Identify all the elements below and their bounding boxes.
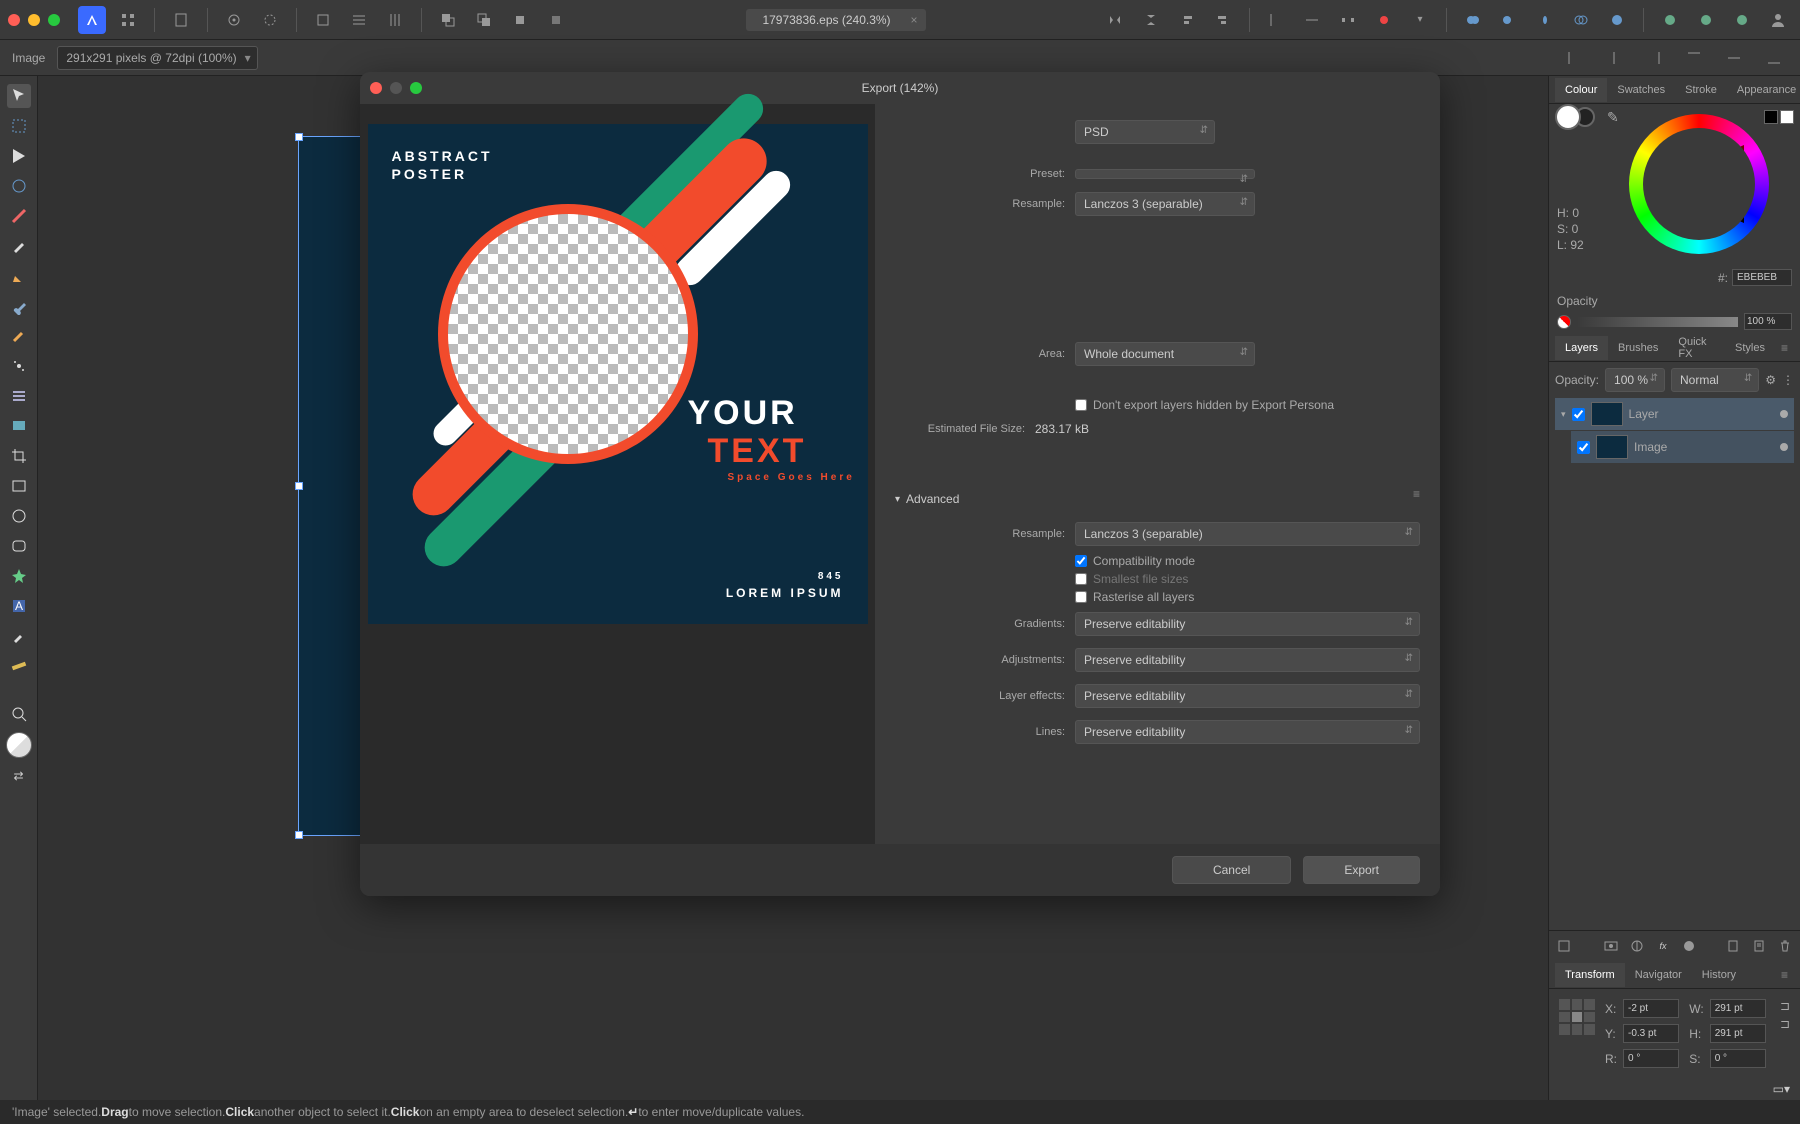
compat-label: Compatibility mode: [1093, 554, 1195, 568]
dialog-titlebar: Export (142%): [360, 72, 1440, 104]
fill-swatch[interactable]: [1555, 104, 1581, 130]
lines-select[interactable]: Preserve editability: [1075, 720, 1420, 744]
raster-check[interactable]: [1075, 591, 1087, 603]
preset-select[interactable]: [1075, 169, 1255, 179]
dialog-title: Export (142%): [862, 81, 939, 95]
adjustments-label: Adjustments:: [895, 654, 1065, 666]
area-select[interactable]: Whole document: [1075, 342, 1255, 366]
resample-adv-label: Resample:: [895, 528, 1065, 540]
area-label: Area:: [895, 348, 1065, 360]
modal-backdrop: Export (142%) ABSTRACT POSTER YOUR TEXT: [0, 0, 1800, 1124]
resample-select[interactable]: Lanczos 3 (separable): [1075, 192, 1255, 216]
cancel-button[interactable]: Cancel: [1172, 856, 1291, 884]
preset-label: Preset:: [895, 168, 1065, 180]
dialog-max-icon[interactable]: [410, 82, 422, 94]
export-settings: PSD Preset: Resample: Lanczos 3 (separabl…: [875, 104, 1440, 844]
dialog-min-icon: [390, 82, 402, 94]
export-preview: ABSTRACT POSTER YOUR TEXT Space Goes Her…: [360, 104, 875, 844]
resample-label: Resample:: [895, 198, 1065, 210]
export-button[interactable]: Export: [1303, 856, 1420, 884]
dialog-close-icon[interactable]: [370, 82, 382, 94]
noexport-check[interactable]: [1075, 399, 1087, 411]
compat-check[interactable]: [1075, 555, 1087, 567]
layerfx-label: Layer effects:: [895, 690, 1065, 702]
adjustments-select[interactable]: Preserve editability: [1075, 648, 1420, 672]
lines-label: Lines:: [895, 726, 1065, 738]
raster-label: Rasterise all layers: [1093, 590, 1194, 604]
advanced-toggle[interactable]: Advanced: [895, 492, 959, 506]
gradients-label: Gradients:: [895, 618, 1065, 630]
smallest-check[interactable]: [1075, 573, 1087, 585]
export-dialog: Export (142%) ABSTRACT POSTER YOUR TEXT: [360, 72, 1440, 896]
gradients-select[interactable]: Preserve editability: [1075, 612, 1420, 636]
layerfx-select[interactable]: Preserve editability: [1075, 684, 1420, 708]
resample-adv-select[interactable]: Lanczos 3 (separable): [1075, 522, 1420, 546]
dialog-footer: Cancel Export: [360, 844, 1440, 896]
format-select[interactable]: PSD: [1075, 120, 1215, 144]
filesize-value: 283.17 kB: [1035, 422, 1089, 436]
noexport-label: Don't export layers hidden by Export Per…: [1093, 398, 1334, 412]
smallest-label: Smallest file sizes: [1093, 572, 1188, 586]
advanced-menu-icon[interactable]: ≡: [1413, 487, 1420, 501]
filesize-label: Estimated File Size:: [895, 423, 1025, 435]
